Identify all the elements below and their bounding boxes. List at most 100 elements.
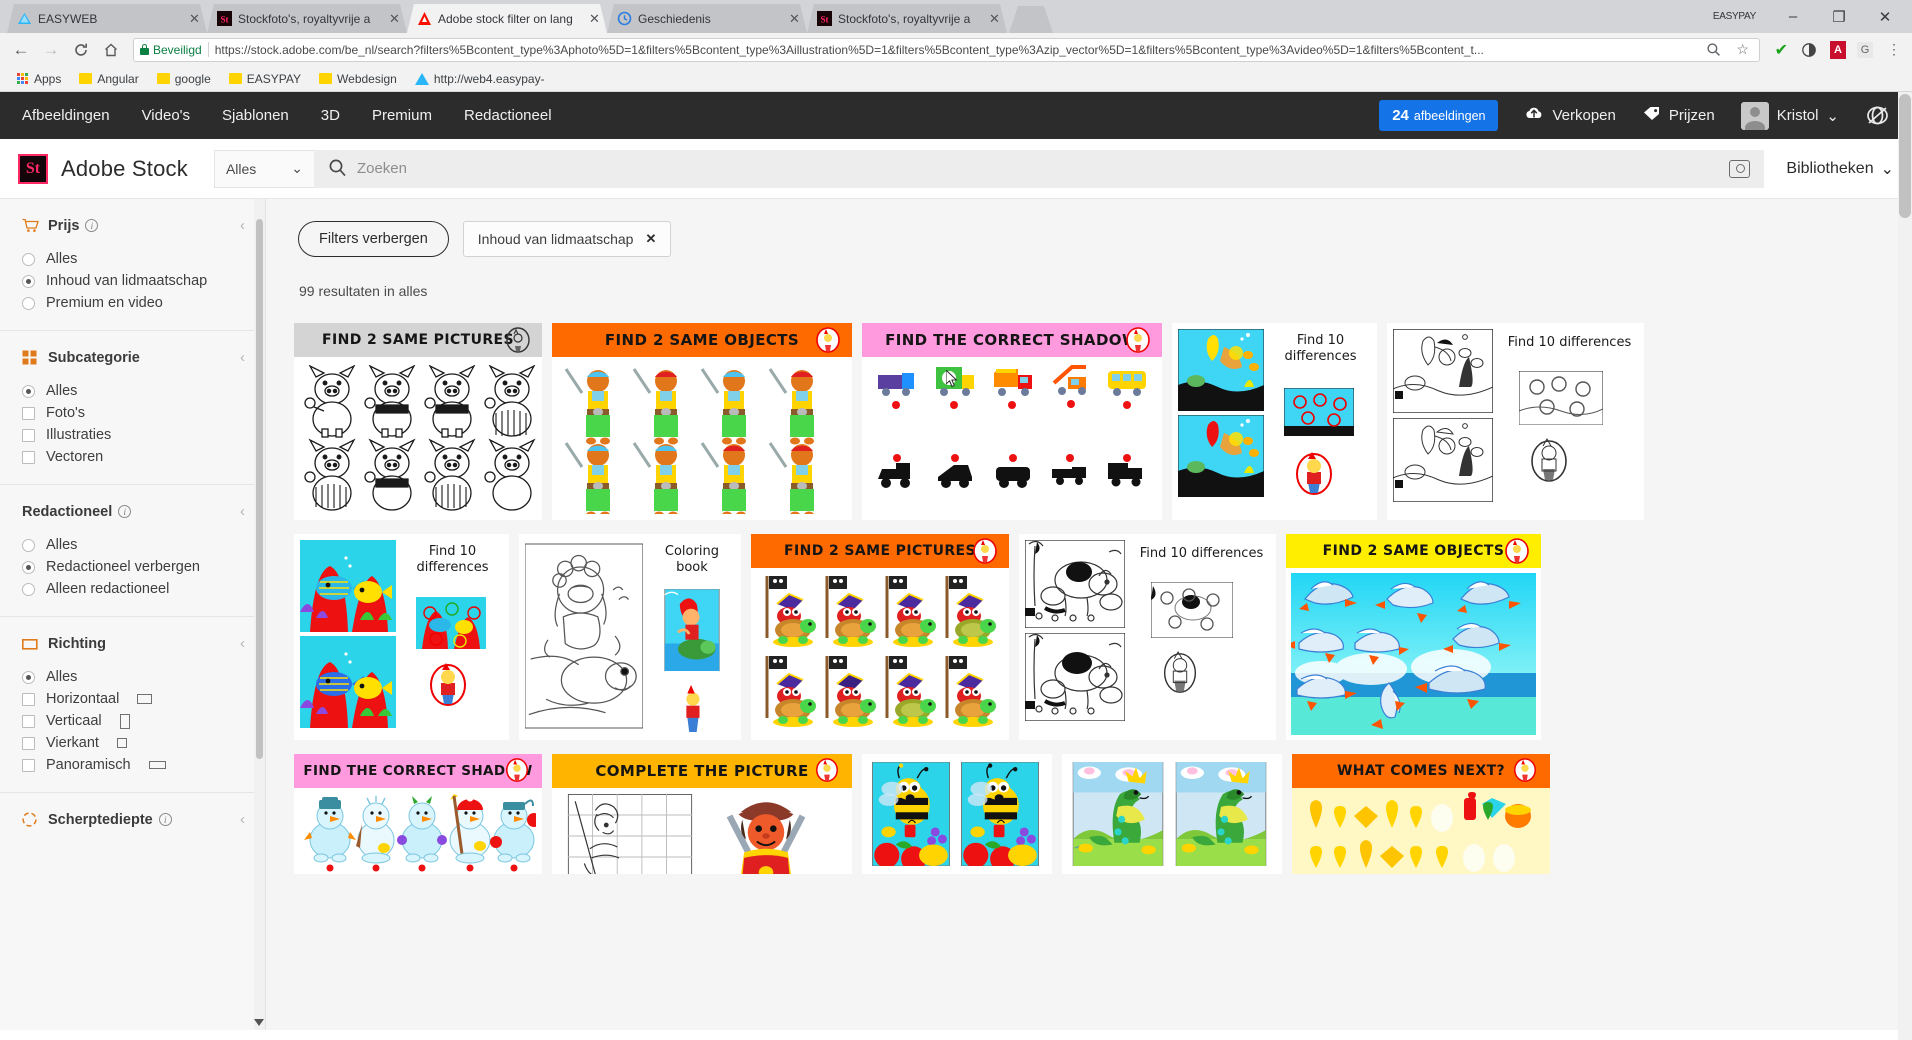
credits-badge[interactable]: 24 afbeeldingen	[1379, 100, 1499, 131]
close-icon[interactable]: ✕	[788, 12, 801, 25]
bookmark-webdesign[interactable]: Webdesign	[312, 70, 404, 88]
radio-icon[interactable]	[22, 296, 35, 310]
filter-option-vectoren[interactable]: Vectoren	[0, 446, 265, 468]
nav-videos[interactable]: Video's	[142, 107, 190, 124]
bookmark-apps[interactable]: Apps	[10, 70, 68, 88]
info-icon[interactable]: i	[118, 505, 132, 518]
close-icon[interactable]: ✕	[388, 12, 401, 25]
filter-option-alleen-redactioneel[interactable]: Alleen redactioneel	[0, 578, 265, 600]
checkbox-icon[interactable]	[22, 714, 35, 728]
filter-group-header[interactable]: Subcategorie ‹	[0, 349, 265, 366]
page-scrollbar-thumb[interactable]	[1899, 94, 1911, 218]
result-tile-cows-find-10-differences-bw[interactable]: Find 10 differences	[1019, 534, 1276, 740]
clock-extension-icon[interactable]	[1799, 40, 1819, 60]
checkbox-icon[interactable]	[22, 736, 35, 750]
filter-option-vierkant[interactable]: Vierkant	[0, 732, 265, 754]
checkbox-icon[interactable]	[22, 450, 35, 464]
close-window-button[interactable]: ✕	[1862, 2, 1908, 32]
radio-icon[interactable]	[22, 252, 35, 266]
nav-redactioneel[interactable]: Redactioneel	[464, 107, 552, 124]
result-tile-diver-find-10-differences-bw[interactable]: Find 10 differences	[1387, 323, 1644, 520]
filter-option-premium-video[interactable]: Premium en video	[0, 292, 265, 314]
browser-tab-2[interactable]: Adobe stock filter on lang ✕	[407, 4, 607, 33]
nav-3d[interactable]: 3D	[321, 107, 340, 124]
filter-option-horizontaal[interactable]: Horizontaal	[0, 688, 265, 710]
result-tile-bees-find-differences[interactable]	[862, 754, 1052, 874]
address-bar[interactable]: Beveiligd https://stock.adobe.com/be_nl/…	[133, 37, 1760, 62]
close-icon[interactable]: ✕	[588, 12, 601, 25]
camera-search-icon[interactable]	[1729, 159, 1751, 178]
reload-icon[interactable]	[68, 37, 94, 63]
result-tile-fish-find-10-differences-color[interactable]: Find 10 differences	[294, 534, 509, 740]
minimize-button[interactable]: –	[1770, 2, 1816, 32]
close-icon[interactable]: ✕	[188, 12, 201, 25]
radio-icon-selected[interactable]	[22, 670, 35, 684]
result-tile-snowmen-find-correct-shadow[interactable]: FIND THE CORRECT SHADOW	[294, 754, 542, 874]
result-tile-diver-find-10-differences-color[interactable]: Find 10 differences	[1172, 323, 1377, 520]
result-tile-pirate-complete-the-picture[interactable]: COMPLETE THE PICTURE	[552, 754, 852, 874]
chrome-menu-icon[interactable]: ⋮	[1884, 40, 1904, 60]
filter-option-redactioneel-verbergen[interactable]: Redactioneel verbergen	[0, 556, 265, 578]
chevron-left-icon[interactable]: ‹	[240, 503, 245, 520]
radio-icon-selected[interactable]	[22, 560, 35, 574]
home-icon[interactable]	[98, 37, 124, 63]
chevron-left-icon[interactable]: ‹	[240, 349, 245, 366]
browser-tab-4[interactable]: St Stockfoto's, royaltyvrije a ✕	[807, 4, 1007, 33]
page-scrollbar-track[interactable]	[1898, 92, 1912, 1040]
scroll-down-arrow-icon[interactable]	[254, 1019, 264, 1026]
filter-group-header[interactable]: Prijs i ‹	[0, 217, 265, 234]
checkbox-icon[interactable]	[22, 692, 35, 706]
close-icon[interactable]: ✕	[988, 12, 1001, 25]
filter-group-header[interactable]: Redactioneel i ‹	[0, 503, 265, 520]
new-tab-button[interactable]	[1009, 6, 1053, 33]
filter-group-header[interactable]: Richting ‹	[0, 635, 265, 652]
nav-premium[interactable]: Premium	[372, 107, 432, 124]
info-icon[interactable]: i	[158, 813, 172, 826]
checkbox-icon[interactable]	[22, 406, 35, 420]
radio-icon[interactable]	[22, 582, 35, 596]
sell-link[interactable]: Verkopen	[1524, 105, 1616, 126]
filter-option-alles[interactable]: Alles	[0, 534, 265, 556]
filter-option-illustraties[interactable]: Illustraties	[0, 424, 265, 446]
result-tile-turtles-find-2-same-pictures[interactable]: FIND 2 SAME PICTURES	[751, 534, 1009, 740]
filter-option-alles[interactable]: Alles	[0, 248, 265, 270]
bookmark-google[interactable]: google	[150, 70, 218, 88]
filter-option-verticaal[interactable]: Verticaal	[0, 710, 265, 732]
search-category-select[interactable]: Alles ⌄	[213, 149, 314, 188]
result-tile-pigs-find-2-same-pictures[interactable]: FIND 2 SAME PICTURES	[294, 323, 542, 520]
search-magnifier-icon[interactable]	[1704, 40, 1724, 60]
user-menu[interactable]: Kristol ⌄	[1740, 101, 1839, 130]
bookmark-angular[interactable]: Angular	[72, 70, 145, 88]
browser-tab-0[interactable]: EASYWEB ✕	[7, 4, 207, 33]
bookmark-star-icon[interactable]: ☆	[1733, 40, 1753, 60]
nav-sjablonen[interactable]: Sjablonen	[222, 107, 289, 124]
search-input[interactable]: Zoeken	[357, 160, 407, 177]
filter-option-panoramisch[interactable]: Panoramisch	[0, 754, 265, 776]
hide-filters-button[interactable]: Filters verbergen	[298, 221, 449, 257]
result-tile-pirates-find-2-same-objects[interactable]: FIND 2 SAME OBJECTS	[552, 323, 852, 520]
filter-option-fotos[interactable]: Foto's	[0, 402, 265, 424]
filter-option-alles[interactable]: Alles	[0, 380, 265, 402]
creative-cloud-icon[interactable]	[1865, 103, 1890, 128]
info-icon[interactable]: i	[85, 219, 99, 232]
back-icon[interactable]: ←	[8, 37, 34, 63]
bookmark-web4easypay[interactable]: http://web4.easypay-	[408, 70, 552, 88]
browser-tab-3[interactable]: Geschiedenis ✕	[607, 4, 807, 33]
filter-option-inhoud-lidmaatschap[interactable]: Inhoud van lidmaatschap	[0, 270, 265, 292]
nav-afbeeldingen[interactable]: Afbeeldingen	[22, 107, 110, 124]
result-tile-dragons-find-differences[interactable]	[1062, 754, 1282, 874]
checkbox-icon[interactable]	[22, 758, 35, 772]
active-filter-chip[interactable]: Inhoud van lidmaatschap ✕	[462, 221, 672, 257]
result-tile-mermaid-coloring-book[interactable]: Coloring book	[519, 534, 741, 740]
result-tile-trucks-find-correct-shadow[interactable]: FIND THE CORRECT SHADOW	[862, 323, 1162, 520]
filter-option-alles[interactable]: Alles	[0, 666, 265, 688]
sidebar-scrollbar-thumb[interactable]	[256, 219, 263, 759]
filter-group-header[interactable]: Scherptediepte i ‹	[0, 811, 265, 828]
libraries-menu[interactable]: Bibliotheken ⌄	[1786, 159, 1894, 179]
radio-icon-selected[interactable]	[22, 384, 35, 398]
bookmark-easypay[interactable]: EASYPAY	[222, 70, 308, 88]
pdf-extension-icon[interactable]: A	[1830, 40, 1846, 59]
prices-link[interactable]: Prijzen	[1642, 105, 1715, 126]
result-tile-seagulls-find-2-same-objects[interactable]: FIND 2 SAME OBJECTS	[1286, 534, 1541, 740]
checkbox-icon[interactable]	[22, 428, 35, 442]
